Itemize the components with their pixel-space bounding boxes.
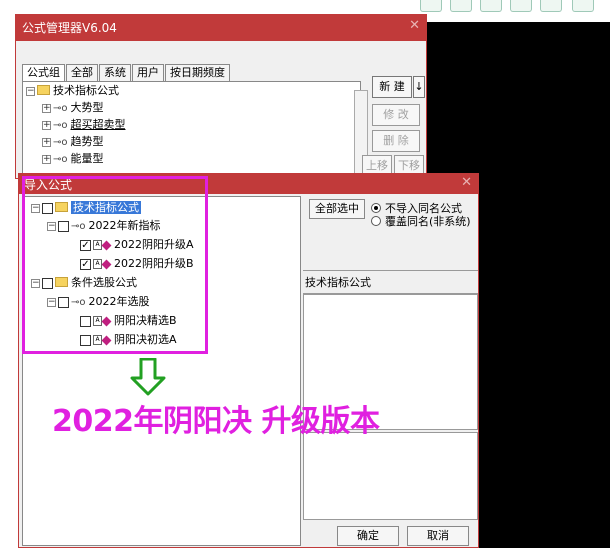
import-dialog-titlebar: 导入公式 ✕ — [19, 174, 478, 194]
import-node-2022-selection[interactable]: − ⊸o 2022年选股 — [47, 294, 150, 310]
diamond-icon — [101, 240, 112, 250]
delete-button[interactable]: 删 除 — [372, 130, 420, 152]
tree-node-label: 2022阴阳升级A — [114, 238, 194, 251]
diamond-icon — [101, 335, 112, 345]
folder-icon — [55, 277, 68, 287]
dialog-title: 导入公式 — [24, 178, 73, 192]
tab-system[interactable]: 系统 — [99, 64, 131, 81]
down-arrow-icon — [130, 358, 166, 396]
node-checkbox[interactable] — [80, 315, 91, 327]
collapse-icon[interactable]: − — [31, 278, 40, 288]
select-all-button[interactable]: 全部选中 — [309, 199, 365, 219]
toolbar-icon — [540, 0, 562, 12]
diamond-icon — [101, 259, 112, 269]
node-checkbox[interactable] — [42, 202, 53, 214]
close-icon[interactable]: ✕ — [461, 175, 472, 190]
tree-node-market[interactable]: + ⊸o 大势型 — [42, 100, 104, 116]
key-icon: ⊸o — [53, 103, 68, 114]
tree-node-label: 大势型 — [70, 101, 104, 114]
tree-node-indicators[interactable]: − 技术指标公式 — [26, 83, 119, 99]
close-icon[interactable]: ✕ — [409, 18, 420, 33]
tab-all[interactable]: 全部 — [66, 64, 98, 81]
tree-node-label: 超买超卖型 — [70, 118, 126, 131]
toolbar-icon — [450, 0, 472, 12]
expand-icon[interactable]: + — [42, 137, 51, 147]
folder-icon — [37, 85, 50, 95]
key-icon: ⊸o — [53, 154, 68, 165]
import-node-2022-new[interactable]: − ⊸o 2022年新指标 — [47, 218, 161, 234]
tab-formula-group[interactable]: 公式组 — [22, 64, 65, 82]
folder-icon — [55, 202, 68, 212]
tree-node-label: 阴阳决精选B — [114, 314, 177, 327]
tab-bar: 公式组 全部 系统 用户 按日期频度 — [22, 64, 231, 82]
tree-node-trend[interactable]: + ⊸o 趋势型 — [42, 134, 104, 150]
node-checkbox[interactable] — [58, 220, 69, 232]
expand-icon[interactable]: + — [42, 154, 51, 164]
window-title: 公式管理器V6.04 — [22, 21, 117, 35]
collapse-icon[interactable]: − — [26, 86, 35, 96]
radio-overwrite-same-name[interactable]: 覆盖同名(非系统) — [371, 213, 471, 229]
import-node-stock-selection[interactable]: − 条件选股公式 — [31, 275, 137, 291]
import-node-upgrade-b[interactable]: ✓ A 2022阴阳升级B — [80, 256, 194, 272]
expand-icon[interactable]: + — [42, 103, 51, 113]
formula-manager-titlebar: 公式管理器V6.04 ✕ — [16, 15, 426, 41]
new-dropdown-icon[interactable]: ↓ — [413, 76, 425, 98]
toolbar-icon — [420, 0, 442, 12]
import-node-upgrade-a[interactable]: ✓ A 2022阴阳升级A — [80, 237, 194, 253]
expand-icon[interactable]: + — [42, 120, 51, 130]
formula-tree: − 技术指标公式 + ⊸o 大势型 + ⊸o 超买超卖型 + ⊸o 趋势型 + ⊸o 能量型 — [22, 81, 361, 176]
toolbar-icon — [480, 0, 502, 12]
modify-button[interactable]: 修 改 — [372, 104, 420, 126]
tree-node-label: 2022年选股 — [88, 295, 150, 308]
node-checkbox-checked[interactable]: ✓ — [80, 239, 91, 251]
key-icon: ⊸o — [71, 297, 86, 308]
tree-node-label: 技术指标公式 — [53, 84, 119, 97]
category-label-box: 技术指标公式 — [303, 270, 478, 294]
tree-node-energy[interactable]: + ⊸o 能量型 — [42, 151, 104, 167]
key-icon: ⊸o — [53, 137, 68, 148]
tree-node-label: 能量型 — [70, 152, 104, 165]
node-checkbox[interactable] — [58, 296, 69, 308]
upgrade-banner: 2022年阴阳决 升级版本 — [52, 404, 380, 439]
toolbar-icon — [572, 0, 594, 12]
import-formula-dialog: 导入公式 ✕ − 技术指标公式 − ⊸o 2022年新指标 ✓ A 2022阴阳升级A ✓… — [18, 173, 479, 548]
new-button[interactable]: 新 建 — [372, 76, 412, 98]
radio-dot-selected[interactable] — [371, 203, 381, 213]
collapse-icon[interactable]: − — [31, 203, 40, 213]
tree-node-label: 趋势型 — [70, 135, 104, 148]
collapse-icon[interactable]: − — [47, 221, 56, 231]
import-node-fine-b[interactable]: A 阴阳决精选B — [80, 313, 177, 329]
tree-node-label: 2022年新指标 — [88, 219, 161, 232]
node-checkbox[interactable] — [80, 334, 91, 346]
tab-user[interactable]: 用户 — [132, 64, 164, 81]
category-label: 技术指标公式 — [305, 276, 371, 289]
collapse-icon[interactable]: − — [47, 297, 56, 307]
radio-dot[interactable] — [371, 216, 381, 226]
toolbar-icon — [510, 0, 532, 12]
tree-node-label: 2022阴阳升级B — [114, 257, 194, 270]
import-node-initial-a[interactable]: A 阴阳决初选A — [80, 332, 177, 348]
ok-button[interactable]: 确定 — [337, 526, 399, 546]
node-checkbox-checked[interactable]: ✓ — [80, 258, 91, 270]
radio-label: 覆盖同名(非系统) — [385, 215, 471, 228]
node-checkbox[interactable] — [42, 277, 53, 289]
key-icon: ⊸o — [71, 221, 86, 232]
formula-manager-window: 公式管理器V6.04 ✕ 公式组 全部 系统 用户 按日期频度 − 技术指标公式 … — [15, 14, 427, 179]
tree-node-overbought[interactable]: + ⊸o 超买超卖型 — [42, 117, 126, 133]
formula-detail-box — [303, 432, 478, 520]
cancel-button[interactable]: 取消 — [407, 526, 469, 546]
tree-node-label: 条件选股公式 — [71, 276, 137, 289]
tree-node-label: 阴阳决初选A — [114, 333, 177, 346]
import-node-indicators[interactable]: − 技术指标公式 — [31, 200, 141, 216]
tree-node-label: 技术指标公式 — [71, 201, 141, 214]
tab-by-date-frequency[interactable]: 按日期频度 — [165, 64, 230, 81]
diamond-icon — [101, 316, 112, 326]
key-icon: ⊸o — [53, 120, 68, 131]
